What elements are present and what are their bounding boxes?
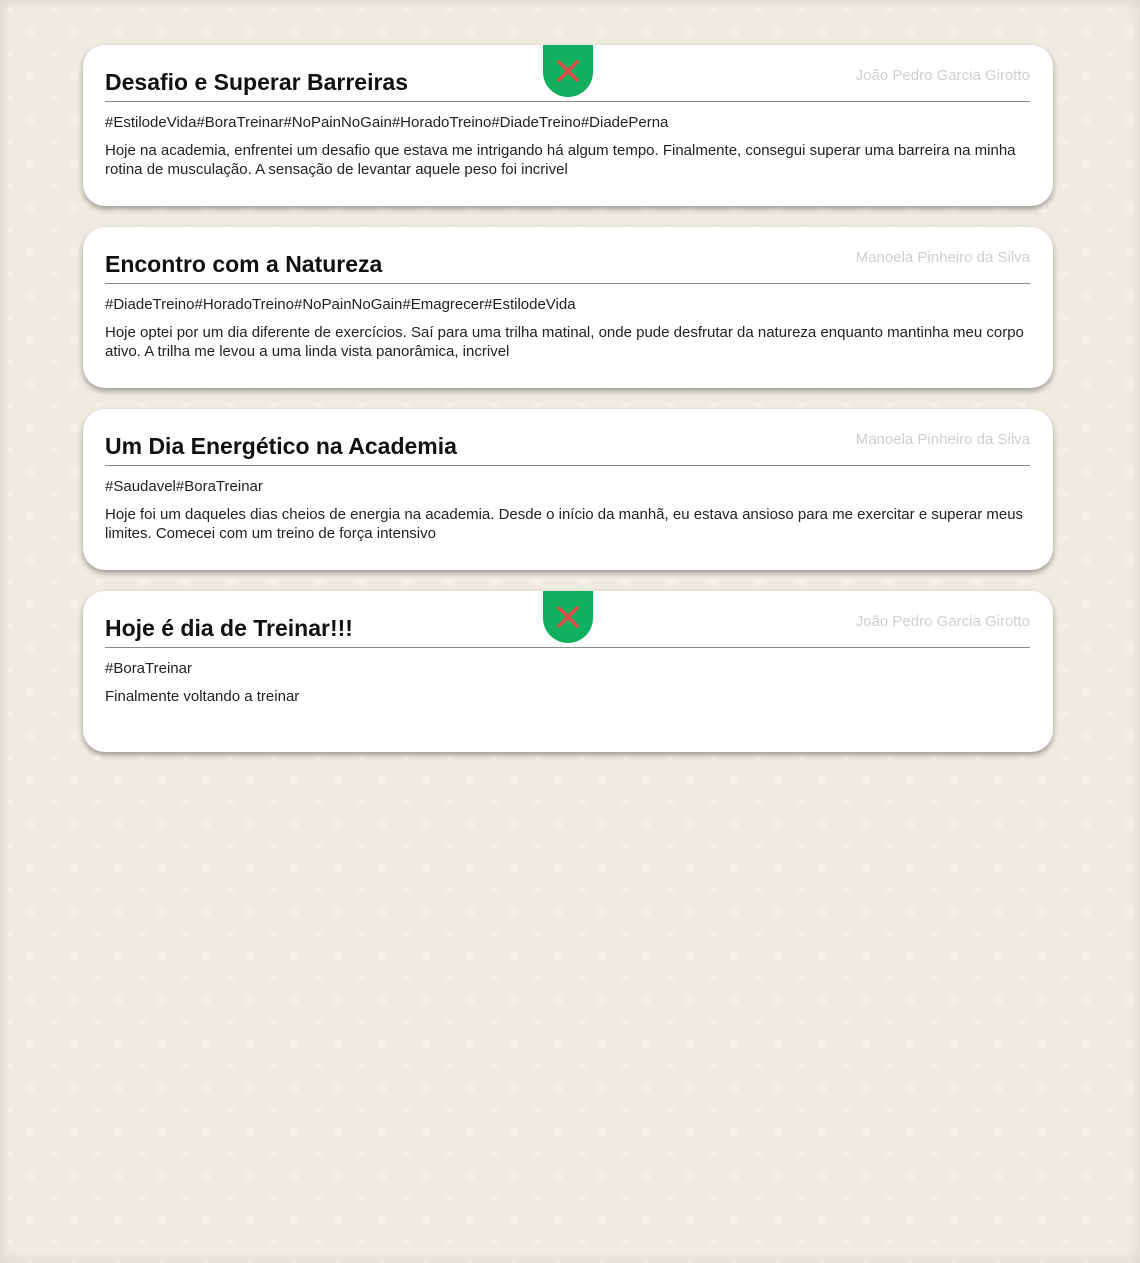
post-text: Hoje optei por um dia diferente de exerc… [105,324,1024,360]
post-text: Hoje foi um daqueles dias cheios de ener… [105,506,1024,542]
post-header: Encontro com a Natureza Manoela Pinheiro… [105,249,1030,284]
post-tags: #BoraTreinar [105,660,192,677]
post-header: Um Dia Energético na Academia Manoela Pi… [105,431,1030,466]
post-author: Manoela Pinheiro da Silva [855,249,1030,266]
post-title: Encontro com a Natureza [105,251,383,277]
post-tags: #EstilodeVida#BoraTreinar#NoPainNoGain#H… [105,114,669,131]
post-author: João Pedro Garcia Girotto [855,613,1030,630]
post-header: Hoje é dia de Treinar!!! João Pedro Garc… [105,613,1030,648]
post-card: Hoje é dia de Treinar!!! João Pedro Garc… [83,591,1053,752]
post-text: Finalmente voltando a treinar [105,688,300,705]
post-card: Desafio e Superar Barreiras João Pedro G… [83,45,1053,206]
post-author: João Pedro Garcia Girotto [855,67,1030,84]
post-title: Desafio e Superar Barreiras [105,69,408,95]
post-header: Desafio e Superar Barreiras João Pedro G… [105,67,1030,102]
post-card: Encontro com a Natureza Manoela Pinheiro… [83,227,1053,388]
post-tags: #DiadeTreino#HoradoTreino#NoPainNoGain#E… [105,296,576,313]
post-author: Manoela Pinheiro da Silva [855,431,1030,448]
post-feed: Desafio e Superar Barreiras João Pedro G… [83,45,1053,773]
post-text: Hoje na academia, enfrentei um desafio q… [105,142,1016,178]
post-title: Hoje é dia de Treinar!!! [105,615,353,641]
post-tags: #Saudavel#BoraTreinar [105,478,263,495]
post-title: Um Dia Energético na Academia [105,433,457,459]
post-card: Um Dia Energético na Academia Manoela Pi… [83,409,1053,570]
